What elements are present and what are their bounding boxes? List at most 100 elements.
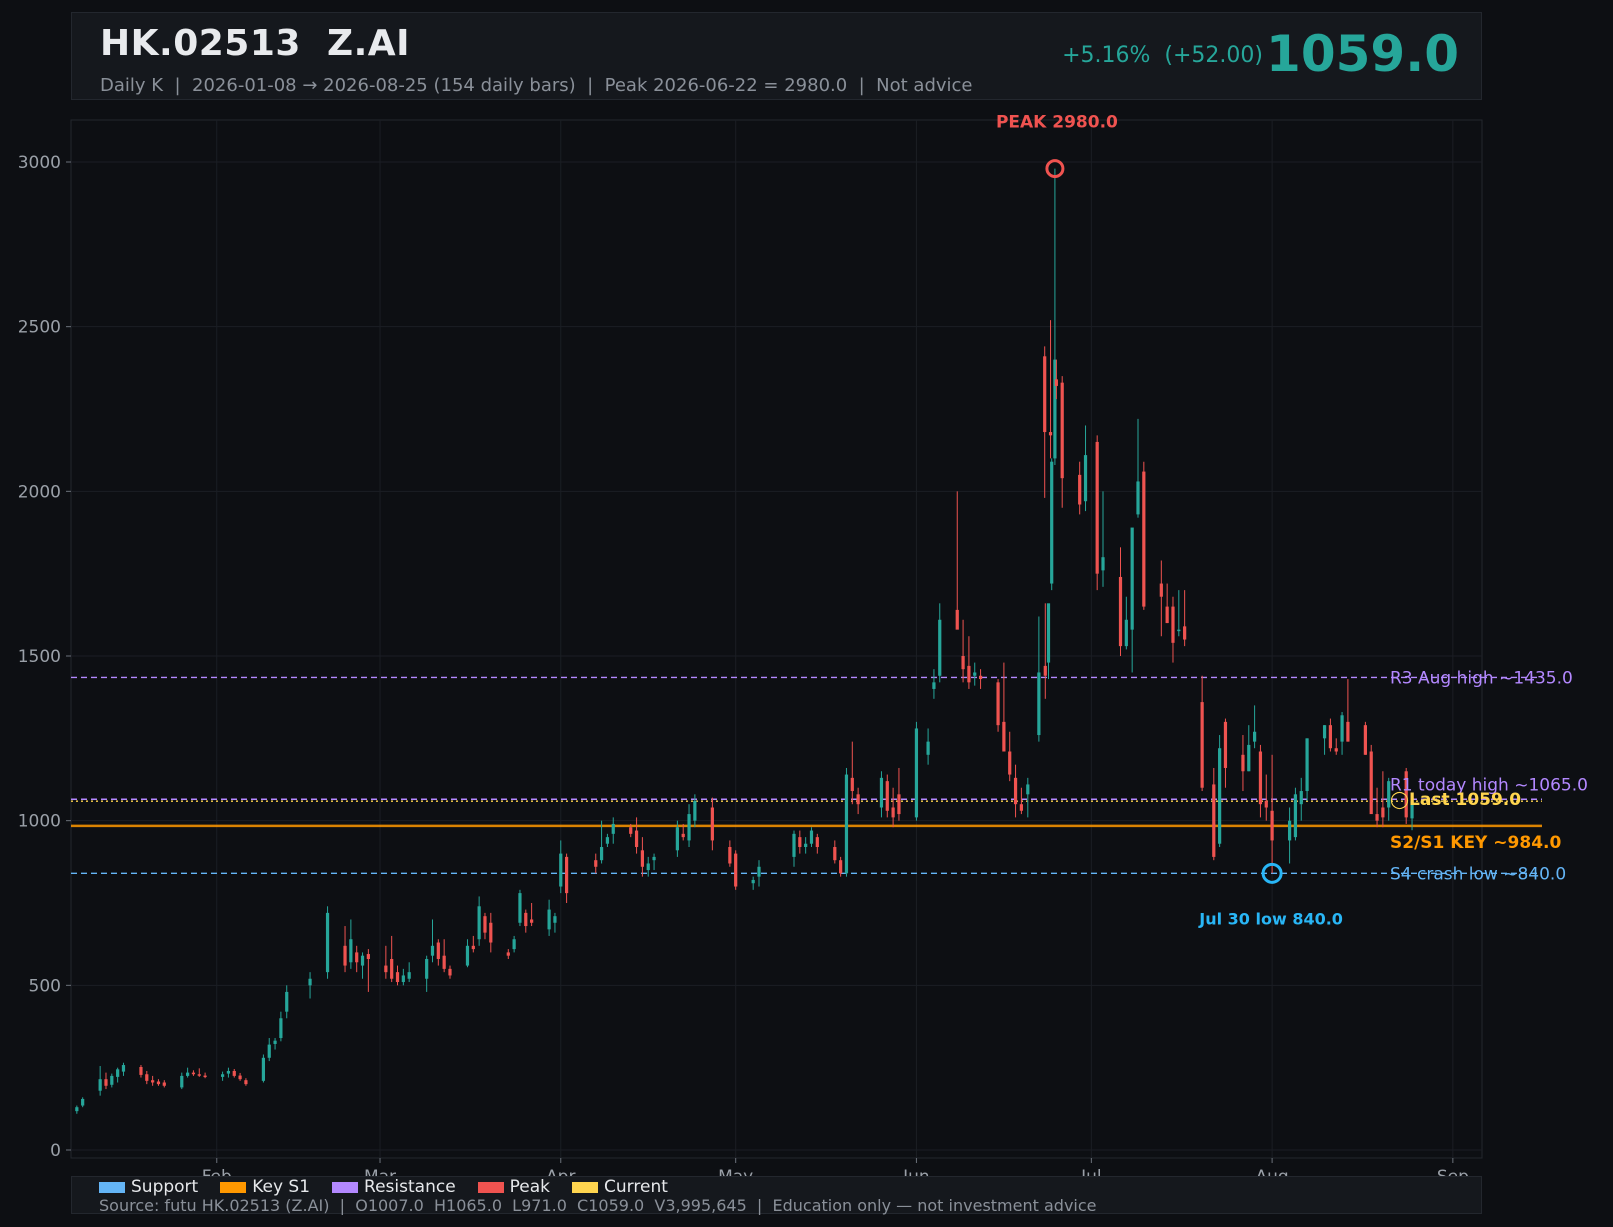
candle-body <box>1050 461 1054 584</box>
legend-label: Support <box>131 1177 199 1197</box>
candle-body <box>220 1074 225 1077</box>
candle-body <box>384 965 388 973</box>
candle-body <box>343 945 347 966</box>
candle-body <box>751 879 755 884</box>
y-tick-label: 500 <box>29 976 61 996</box>
candle-body <box>465 945 470 966</box>
candle-body <box>524 912 528 927</box>
peak-label: PEAK 2980.0 <box>996 113 1118 133</box>
legend-label: Peak <box>509 1177 551 1197</box>
candle-body <box>675 827 679 851</box>
candle-body <box>1264 800 1268 808</box>
candle-body <box>1083 455 1088 502</box>
candle-body <box>1043 356 1047 433</box>
candle-body <box>978 675 983 680</box>
candle-body <box>1212 784 1216 857</box>
legend-item-key-s1: Key S1 <box>220 1177 320 1197</box>
candle-body <box>238 1075 242 1080</box>
candle-body <box>1008 751 1012 775</box>
candle-body <box>938 619 942 676</box>
candle-body <box>1328 725 1333 749</box>
candle-body <box>646 863 650 871</box>
candle-body <box>897 794 901 815</box>
legend-swatch <box>220 1181 247 1193</box>
candle-body <box>232 1070 236 1076</box>
candle-body <box>1270 810 1274 841</box>
y-tick-label: 3000 <box>18 153 61 173</box>
candle-body <box>1253 731 1257 742</box>
candle-body <box>547 909 551 930</box>
candle-body <box>139 1067 143 1075</box>
candle-body <box>599 847 604 861</box>
candle-body <box>121 1065 126 1072</box>
source-note: Source: futu HK.02513 (Z.AI) | O1007.0 H… <box>99 1196 1097 1215</box>
candle-body <box>1287 820 1292 841</box>
candle-body <box>879 777 884 808</box>
legend-item-resistance: Resistance <box>332 1177 466 1197</box>
legend-swatch <box>332 1181 359 1193</box>
legend-swatch <box>572 1181 599 1193</box>
candle-body <box>1334 748 1338 752</box>
candle-body <box>734 853 738 887</box>
candle-body <box>605 837 610 844</box>
candle-body <box>442 955 446 969</box>
candle-body <box>1299 791 1303 805</box>
candle-body <box>360 955 365 966</box>
candle-body <box>267 1044 271 1058</box>
candle-body <box>681 833 685 838</box>
candle-body <box>839 860 843 874</box>
candle-body <box>518 893 522 923</box>
candle-body <box>1258 751 1263 805</box>
candle-body <box>687 814 691 841</box>
candle-body <box>693 800 697 821</box>
candle-body <box>961 656 965 670</box>
candle-body <box>98 1079 102 1091</box>
candle-body <box>273 1040 277 1044</box>
candle-body <box>1305 738 1309 792</box>
candle-body <box>1247 744 1251 772</box>
candle-body <box>973 672 977 676</box>
candle-body <box>1241 754 1245 772</box>
candle-body <box>191 1072 196 1075</box>
candle-body <box>1346 721 1350 742</box>
candle-body <box>1046 603 1051 663</box>
candle-body <box>634 830 639 848</box>
level-label-r3: R3 Aug high ~1435.0 <box>1390 668 1573 688</box>
candle-body <box>629 827 633 834</box>
candle-body <box>1165 606 1169 624</box>
candle-body <box>425 958 429 979</box>
candle-body <box>390 958 394 979</box>
candle-body <box>471 945 475 950</box>
candle-body <box>1043 665 1047 676</box>
candle-body <box>1340 715 1344 742</box>
candle-body <box>728 847 732 864</box>
candle-body <box>308 978 312 986</box>
legend-label: Key S1 <box>252 1177 311 1197</box>
candle-body <box>186 1072 190 1076</box>
candle-body <box>710 807 714 841</box>
candle-body <box>798 837 802 848</box>
candlestick-chart: 050010001500200025003000FebMarAprMayJunJ… <box>18 113 1588 1187</box>
legend-swatch <box>99 1181 125 1193</box>
candle-body <box>611 823 615 834</box>
legend-swatch <box>477 1181 504 1193</box>
candle-body <box>477 906 481 940</box>
candle-body <box>1223 721 1228 768</box>
candle-body <box>156 1081 161 1085</box>
candle-body <box>792 833 796 857</box>
candle-body <box>1048 432 1053 436</box>
candle-body <box>75 1107 79 1112</box>
candle-body <box>1095 441 1099 574</box>
candle-body <box>1218 748 1222 844</box>
candle-body <box>226 1070 231 1074</box>
candle-body <box>809 830 814 844</box>
candle-body <box>180 1075 184 1088</box>
candle-body <box>279 1018 283 1039</box>
legend-label: Resistance <box>364 1177 456 1197</box>
candle-body <box>1322 725 1327 739</box>
candle-body <box>559 853 563 887</box>
candle-body <box>652 856 656 861</box>
candle-body <box>285 991 289 1012</box>
candle-body <box>1124 619 1128 647</box>
candle-body <box>506 952 510 956</box>
